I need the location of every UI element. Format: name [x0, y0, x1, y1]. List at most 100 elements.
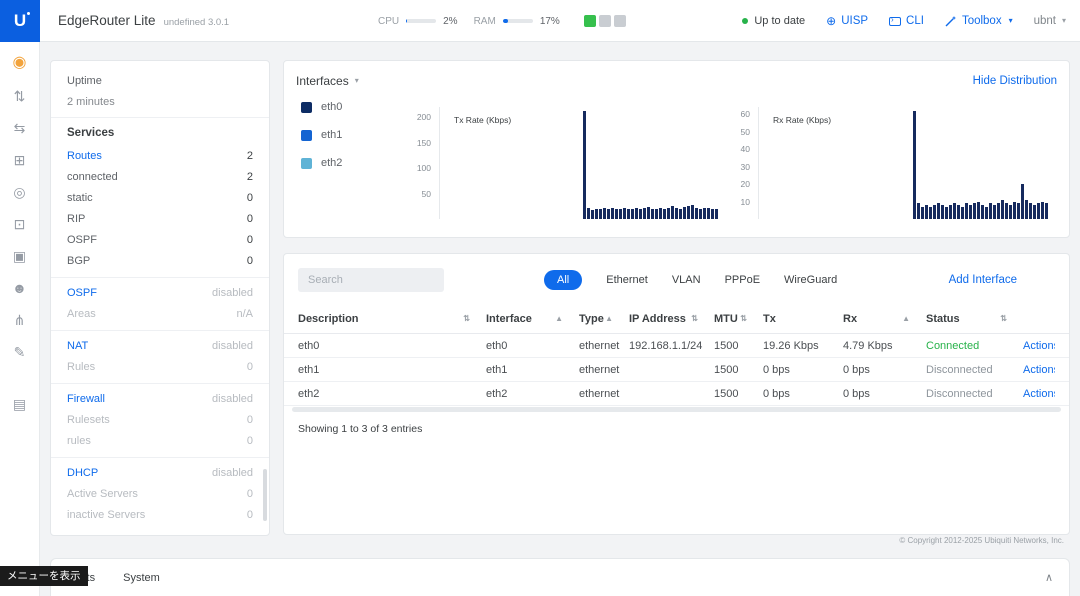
top-bar-actions: Up to date ⊕ UISP CLI Toolbox ▾ ubnt ▾: [742, 0, 1066, 42]
chart-bar: [691, 205, 694, 219]
sort-icon[interactable]: ▲: [902, 314, 910, 323]
table-row[interactable]: eth0eth0ethernet192.168.1.1/24150019.26 …: [284, 334, 1069, 358]
stat-label: Rulesets: [67, 414, 110, 427]
sidebar-stat-row: static0: [67, 192, 253, 205]
column-label[interactable]: Rx: [843, 313, 857, 325]
stat-label[interactable]: NAT: [67, 340, 88, 353]
y-axis-tick: 50: [741, 127, 750, 137]
column-label[interactable]: MTU: [714, 313, 738, 325]
divider: [51, 383, 269, 384]
cell-description: eth2: [298, 388, 486, 400]
uisp-button[interactable]: ⊕ UISP: [826, 15, 868, 27]
account-menu[interactable]: ubnt ▾: [1034, 15, 1066, 27]
filter-wireguard[interactable]: WireGuard: [784, 274, 837, 286]
routing-icon[interactable]: ⊞: [14, 153, 26, 167]
stat-label[interactable]: Firewall: [67, 393, 105, 406]
interfaces-panel-header: Interfaces ▾ Hide Distribution: [284, 61, 1069, 88]
chart-bar: [977, 202, 980, 220]
stat-value: 2: [247, 150, 253, 163]
left-rail: ◉ ⇅ ⇆ ⊞ ◎ ⊡ ▣ ☻ ⋔ ✎ ▤: [0, 42, 40, 596]
sidebar-stat-row: Routes 2: [67, 150, 253, 163]
stat-value: n/A: [236, 308, 253, 321]
chart-bar: [985, 207, 988, 219]
row-actions-link[interactable]: Actions: [1023, 388, 1055, 400]
table-body: eth0eth0ethernet192.168.1.1/24150019.26 …: [284, 334, 1069, 406]
search-input[interactable]: [298, 268, 444, 292]
services-icon[interactable]: ◎: [13, 185, 25, 199]
chart-bar: [599, 209, 602, 219]
filter-ethernet[interactable]: Ethernet: [606, 274, 648, 286]
chart-bar: [981, 205, 984, 219]
legend-swatch: [301, 102, 312, 113]
filter-pppoe[interactable]: PPPoE: [725, 274, 760, 286]
chart-bar: [635, 208, 638, 219]
sort-icon[interactable]: ▲: [555, 314, 563, 323]
legend-label: eth0: [321, 101, 342, 113]
sort-icon[interactable]: ▲: [605, 314, 613, 323]
cell-mtu: 1500: [714, 364, 763, 376]
uptime-value: 2 minutes: [67, 96, 253, 108]
support-icon[interactable]: ▤: [13, 397, 26, 411]
traffic-analysis-icon[interactable]: ⇅: [14, 89, 26, 103]
sort-icon[interactable]: ⇅: [691, 314, 698, 323]
stat-label[interactable]: DHCP: [67, 467, 98, 480]
toolbox-button[interactable]: Toolbox ▾: [945, 15, 1013, 27]
dashboard-icon[interactable]: ◉: [13, 55, 27, 71]
column-label[interactable]: Type: [579, 313, 604, 325]
chevron-down-icon[interactable]: ▾: [355, 77, 359, 85]
sort-icon[interactable]: ⇅: [1000, 314, 1007, 323]
chart-bar: [647, 207, 650, 219]
hide-distribution-link[interactable]: Hide Distribution: [973, 75, 1057, 87]
row-actions-link[interactable]: Actions: [1023, 340, 1055, 352]
sidebar-stat-row: OSPF disabled: [67, 287, 253, 300]
bottom-tab-system[interactable]: System: [123, 572, 160, 584]
stat-value: disabled: [212, 287, 253, 300]
column-label[interactable]: Description: [298, 313, 359, 325]
horizontal-scrollbar[interactable]: [292, 407, 1061, 412]
legend-swatch: [301, 130, 312, 141]
table-row[interactable]: eth1eth1ethernet15000 bps0 bpsDisconnect…: [284, 358, 1069, 382]
add-interface-button[interactable]: Add Interface: [949, 274, 1017, 286]
config-tree-icon[interactable]: ⋔: [14, 313, 26, 327]
legend-item-eth1[interactable]: eth1: [301, 129, 342, 141]
stat-label: Rules: [67, 361, 95, 374]
legend-item-eth2[interactable]: eth2: [301, 157, 342, 169]
stat-label: Areas: [67, 308, 96, 321]
sort-icon[interactable]: ⇅: [740, 314, 747, 323]
chart-bar: [607, 209, 610, 219]
cli-button[interactable]: CLI: [889, 15, 924, 27]
column-label[interactable]: Interface: [486, 313, 532, 325]
wizards-icon[interactable]: ✎: [14, 345, 26, 359]
stat-label[interactable]: Routes: [67, 150, 102, 163]
collapse-chevron-icon[interactable]: ∧: [1045, 571, 1053, 584]
vertical-scrollbar[interactable]: [263, 469, 267, 521]
chart-bar: [929, 207, 932, 219]
users-icon[interactable]: ☻: [12, 281, 27, 295]
stat-value: disabled: [212, 467, 253, 480]
legend-item-eth0[interactable]: eth0: [301, 101, 342, 113]
chart-bar: [679, 209, 682, 219]
chart-bar: [643, 208, 646, 219]
interfaces-title[interactable]: Interfaces: [296, 74, 349, 88]
chart-bar: [707, 208, 710, 219]
filter-all[interactable]: All: [544, 270, 582, 290]
chart-bar: [1009, 205, 1012, 219]
port-indicator-2: [614, 15, 626, 27]
cli-window-icon[interactable]: ▣: [13, 249, 26, 263]
uisp-icon: ⊕: [826, 15, 836, 27]
firmware-version: undefined 3.0.1: [164, 17, 230, 28]
filter-vlan[interactable]: VLAN: [672, 274, 701, 286]
row-actions-link[interactable]: Actions: [1023, 364, 1055, 376]
terminal-icon[interactable]: ⊡: [14, 217, 26, 231]
ubiquiti-logo[interactable]: U: [0, 0, 40, 42]
stat-value: 0: [247, 192, 253, 205]
cell-mtu: 1500: [714, 388, 763, 400]
sort-icon[interactable]: ⇅: [463, 314, 470, 323]
column-label[interactable]: IP Address: [629, 313, 686, 325]
table-row[interactable]: eth2eth2ethernet15000 bps0 bpsDisconnect…: [284, 382, 1069, 406]
column-label[interactable]: Tx: [763, 313, 776, 325]
cell-ip-address: 192.168.1.1/24: [629, 340, 714, 352]
stat-label[interactable]: OSPF: [67, 287, 97, 300]
interfaces-icon[interactable]: ⇆: [14, 121, 26, 135]
column-label[interactable]: Status: [926, 313, 960, 325]
